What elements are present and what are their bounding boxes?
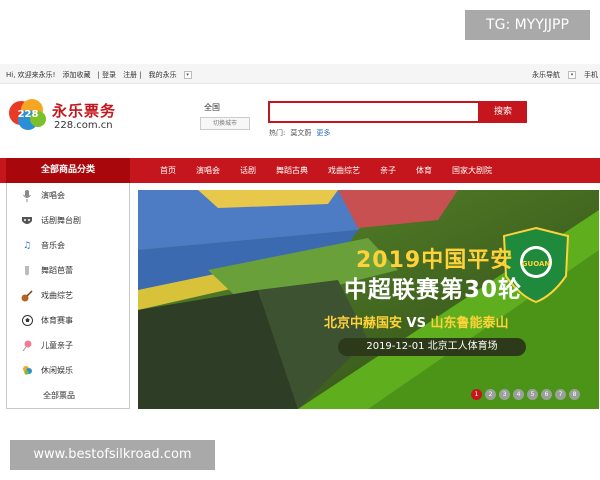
nav-item-concert[interactable]: 演唱会 [186, 158, 230, 183]
pager-dot[interactable]: 6 [541, 389, 552, 400]
site-logo[interactable]: 228 永乐票务 228.com.cn [8, 98, 120, 136]
chevron-down-icon[interactable]: ▾ [183, 71, 192, 79]
pager-dot[interactable]: 5 [527, 389, 538, 400]
category-label: 话剧舞台剧 [41, 216, 81, 225]
home-team: 北京中赫国安 [324, 316, 403, 331]
nav-item-ncpa[interactable]: 国家大剧院 [442, 158, 502, 183]
category-item-concert[interactable]: 演唱会 [7, 183, 129, 208]
svg-text:GUOAN: GUOAN [522, 260, 551, 268]
login-link[interactable]: | 登录 [97, 70, 116, 80]
category-label: 体育赛事 [41, 316, 73, 325]
category-label: 音乐会 [41, 241, 65, 250]
pager-dot[interactable]: 8 [569, 389, 580, 400]
guitar-icon [21, 289, 33, 302]
my-account-link[interactable]: 我的永乐 [149, 70, 177, 80]
pager-dot[interactable]: 7 [555, 389, 566, 400]
top-utility-bar: Hi, 欢迎来永乐! 添加收藏 | 登录 注册 | 我的永乐 ▾ 永乐导航 ▾ … [0, 64, 600, 84]
nav-item-dance[interactable]: 舞蹈古典 [266, 158, 318, 183]
main-nav: 全部商品分类 首页 演唱会 话剧 舞蹈古典 戏曲综艺 亲子 体育 国家大剧院 [0, 158, 600, 183]
banner-pager: 1 2 3 4 5 6 7 8 [471, 389, 580, 400]
category-item-drama[interactable]: 话剧舞台剧 [7, 208, 129, 233]
mobile-link[interactable]: 手机 [584, 70, 598, 80]
soccer-ball-icon [21, 315, 33, 327]
category-item-kids[interactable]: 儿童亲子 [7, 333, 129, 358]
category-item-music[interactable]: ♫ 音乐会 [7, 233, 129, 258]
ballet-shoe-icon [21, 265, 33, 277]
microphone-icon [21, 189, 33, 202]
category-label: 全部票品 [43, 391, 75, 400]
pager-dot[interactable]: 3 [499, 389, 510, 400]
current-city: 全国 [204, 103, 220, 112]
more-link[interactable]: 更多 [316, 128, 330, 138]
vs-label: VS [406, 316, 426, 331]
logo-domain: 228.com.cn [54, 120, 113, 131]
hot-label: 热门: [269, 129, 286, 137]
category-sidebar: 演唱会 话剧舞台剧 ♫ 音乐会 舞蹈芭蕾 戏曲综艺 体育赛事 儿童亲子 休闲娱乐… [6, 183, 130, 409]
nav-item-opera[interactable]: 戏曲综艺 [318, 158, 370, 183]
category-item-sports[interactable]: 体育赛事 [7, 308, 129, 333]
hot-searches: 热门: 莫文蔚 更多 [269, 128, 330, 138]
pager-dot[interactable]: 4 [513, 389, 524, 400]
category-label: 舞蹈芭蕾 [41, 266, 73, 275]
lollipop-icon [21, 340, 33, 352]
category-item-leisure[interactable]: 休闲娱乐 [7, 358, 129, 383]
nav-item-sports[interactable]: 体育 [406, 158, 442, 183]
nav-items: 首页 演唱会 话剧 舞蹈古典 戏曲综艺 亲子 体育 国家大剧院 [150, 158, 502, 183]
category-label: 戏曲综艺 [41, 291, 73, 300]
switch-city-button[interactable]: 切换城市 [200, 117, 250, 130]
search-button[interactable]: 搜索 [479, 101, 527, 123]
theater-mask-icon [21, 215, 33, 227]
hot-search-item[interactable]: 莫文蔚 [290, 128, 311, 138]
search-input[interactable] [268, 101, 480, 123]
watermark-tag: TG: MYYJJPP [465, 10, 590, 40]
logo-name: 永乐票务 [52, 102, 117, 120]
category-label: 休闲娱乐 [41, 366, 73, 375]
category-item-all[interactable]: 全部票品 [7, 383, 129, 408]
category-label: 演唱会 [41, 191, 65, 200]
nav-item-drama[interactable]: 话剧 [230, 158, 266, 183]
away-team: 山东鲁能泰山 [430, 316, 509, 331]
category-item-ballet[interactable]: 舞蹈芭蕾 [7, 258, 129, 283]
watermark-url: www.bestofsilkroad.com [10, 440, 215, 470]
add-favorite-link[interactable]: 添加收藏 [62, 70, 90, 80]
banner-matchup: 北京中赫国安 VS 山东鲁能泰山 [324, 312, 509, 331]
nav-item-family[interactable]: 亲子 [370, 158, 406, 183]
pager-dot[interactable]: 2 [485, 389, 496, 400]
music-note-icon: ♫ [22, 240, 32, 251]
category-label: 儿童亲子 [41, 341, 73, 350]
site-nav-link[interactable]: 永乐导航 [532, 70, 560, 80]
pager-dot[interactable]: 1 [471, 389, 482, 400]
banner-date-venue: 2019-12-01 北京工人体育场 [338, 338, 526, 356]
greeting-text: Hi, 欢迎来永乐! [6, 71, 56, 79]
chevron-down-icon[interactable]: ▾ [568, 71, 576, 79]
logo-badge-icon: 228 [9, 99, 46, 130]
leisure-icon [21, 365, 33, 377]
nav-item-home[interactable]: 首页 [150, 158, 186, 183]
svg-text:228: 228 [18, 109, 39, 120]
all-categories-tab[interactable]: 全部商品分类 [6, 158, 130, 183]
hero-banner[interactable]: GUOAN 2019中国平安 中超联赛第30轮 北京中赫国安 VS 山东鲁能泰山… [138, 190, 599, 409]
banner-title-line2: 中超联赛第30轮 [344, 277, 523, 303]
register-link[interactable]: 注册 | [123, 70, 142, 80]
category-item-opera[interactable]: 戏曲综艺 [7, 283, 129, 308]
